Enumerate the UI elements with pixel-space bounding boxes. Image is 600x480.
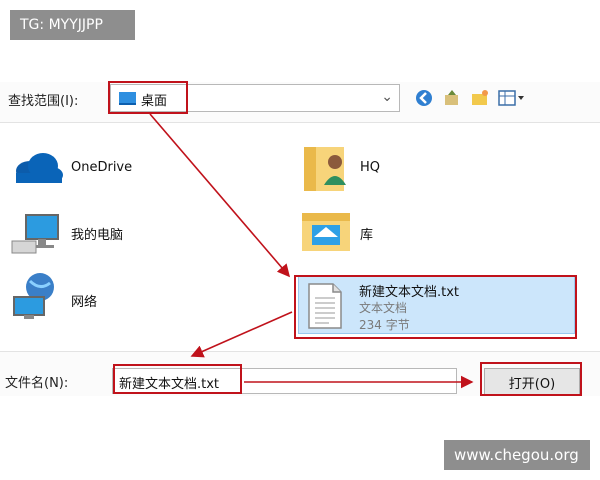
file-name: 新建文本文档.txt — [359, 285, 460, 300]
watermark-top: TG: MYYJJPP — [10, 10, 135, 40]
file-type: 文本文档 — [359, 301, 408, 315]
file-size: 234 字节 — [359, 318, 410, 332]
text-file-icon — [308, 283, 342, 329]
view-menu-icon[interactable] — [498, 88, 526, 108]
filename-input[interactable]: 新建文本文档.txt — [112, 368, 457, 394]
item-label: HQ — [360, 160, 381, 175]
file-list: OneDrive HQ 我的电脑 库 网络 新建文本文档.txt 文本文档 23… — [0, 122, 600, 352]
desktop-icon — [119, 92, 136, 105]
back-icon[interactable] — [414, 88, 434, 108]
filename-value: 新建文本文档.txt — [119, 377, 220, 392]
open-file-dialog: 查找范围(I): 桌面 ⌄ OneDrive HQ 我的电脑 库 网络 新建文本… — [0, 82, 600, 396]
up-folder-icon[interactable] — [442, 88, 462, 108]
item-label: 我的电脑 — [71, 228, 124, 243]
item-label: OneDrive — [71, 160, 133, 175]
filename-label: 文件名(N): — [5, 376, 69, 391]
library-icon — [302, 213, 350, 251]
network-icon — [13, 273, 54, 319]
watermark-bottom: www.chegou.org — [444, 440, 590, 470]
user-folder-icon — [304, 147, 346, 191]
selected-file-item[interactable]: 新建文本文档.txt 文本文档 234 字节 — [298, 276, 575, 334]
item-label: 网络 — [71, 295, 98, 310]
open-button[interactable]: 打开(O) — [484, 368, 580, 396]
cloud-icon — [16, 153, 63, 183]
lookin-value: 桌面 — [141, 94, 168, 109]
new-folder-icon[interactable] — [470, 88, 490, 108]
lookin-combo[interactable]: 桌面 ⌄ — [110, 84, 400, 112]
item-label: 库 — [360, 228, 374, 243]
toolbar: 查找范围(I): 桌面 ⌄ — [0, 82, 600, 114]
chevron-down-icon[interactable]: ⌄ — [381, 89, 393, 105]
lookin-label: 查找范围(I): — [8, 94, 79, 109]
computer-icon — [11, 214, 59, 254]
